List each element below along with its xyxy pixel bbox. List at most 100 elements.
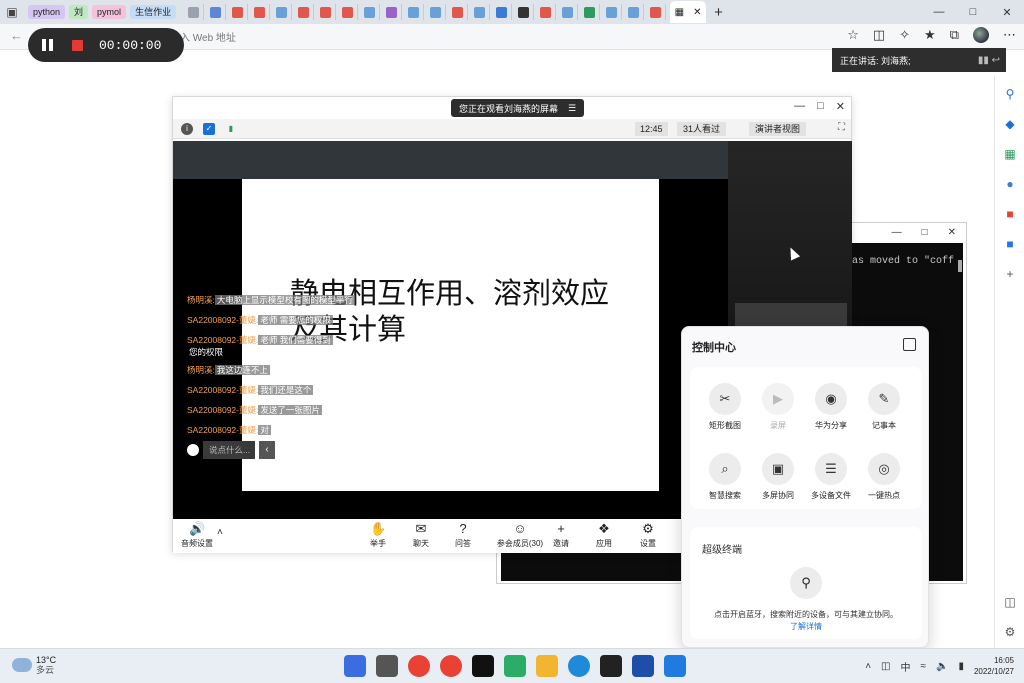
toolbar-button-settings[interactable]: ⚙ 设置 <box>626 521 670 549</box>
view-mode-select[interactable]: 演讲者视图 <box>749 122 807 136</box>
bookmark-2[interactable]: pymol <box>92 5 127 19</box>
device-search-icon[interactable]: ⚲ <box>790 567 822 599</box>
control-tile-screenshot[interactable]: ✂ 矩形截图 <box>700 383 750 431</box>
chevron-up-icon[interactable]: ˄ <box>217 527 223 538</box>
reader-icon[interactable]: ◫ <box>873 27 885 43</box>
control-tile-hotspot[interactable]: ◎ 一键热点 <box>859 453 909 501</box>
bookmark-icon[interactable]: ◆ <box>1002 116 1018 132</box>
file-explorer-icon[interactable] <box>536 655 558 677</box>
browser-tab[interactable] <box>382 4 403 20</box>
meeting-app-icon[interactable] <box>664 655 686 677</box>
audio-settings-button[interactable]: 🔊 音频设置 <box>175 521 219 549</box>
active-tab[interactable]: ▦ ✕ <box>670 1 707 23</box>
chevron-up-icon[interactable]: ˄ <box>865 661 871 672</box>
more-menu-icon[interactable]: ⋯ <box>1003 27 1016 43</box>
games-icon[interactable]: ● <box>1002 176 1018 192</box>
edge-icon[interactable] <box>568 655 590 677</box>
minimize-icon[interactable]: — <box>922 0 956 24</box>
shield-icon[interactable]: ✓ <box>203 123 215 135</box>
browser-tab[interactable] <box>206 4 227 20</box>
sidebar-toggle-icon[interactable]: ◫ <box>1002 594 1018 610</box>
task-view-icon[interactable] <box>376 655 398 677</box>
powershell-icon[interactable] <box>632 655 654 677</box>
bookmark-1[interactable]: 刘 <box>69 5 89 19</box>
browser-tab[interactable] <box>404 4 425 20</box>
minimize-icon[interactable]: — <box>794 100 805 113</box>
favorites-icon[interactable]: ★ <box>924 27 936 43</box>
chat-input[interactable]: 说点什么... <box>203 441 255 459</box>
back-icon[interactable]: ← <box>10 28 23 43</box>
emoji-icon[interactable] <box>187 444 199 456</box>
settings-icon[interactable]: ⚙ <box>1002 624 1018 640</box>
tab-close-icon[interactable]: ✕ <box>693 7 701 18</box>
browser-tab[interactable] <box>646 4 667 20</box>
edit-icon[interactable] <box>903 338 916 351</box>
close-icon[interactable]: ✕ <box>836 100 845 113</box>
ime-indicator[interactable]: 中 <box>900 659 910 674</box>
minimize-icon[interactable]: — <box>892 227 902 238</box>
office-icon[interactable]: ■ <box>1002 206 1018 222</box>
browser-tab[interactable] <box>184 4 205 20</box>
browser-tab[interactable] <box>250 4 271 20</box>
new-tab-button[interactable]: + <box>714 4 723 21</box>
collections-icon[interactable]: ⧉ <box>950 27 959 43</box>
clock[interactable]: 16:05 2022/10/27 <box>974 655 1014 677</box>
add-icon[interactable]: + <box>1002 266 1018 282</box>
browser-tab[interactable] <box>272 4 293 20</box>
extensions-icon[interactable]: ✧ <box>899 27 910 43</box>
browser-tab[interactable] <box>426 4 447 20</box>
control-tile-files[interactable]: ☰ 多设备文件 <box>806 453 856 501</box>
wifi-icon[interactable]: ≈ <box>920 661 926 672</box>
browser-tab[interactable] <box>624 4 645 20</box>
collapse-chat-icon[interactable]: ‹ <box>259 441 275 459</box>
terminal-scrollbar[interactable] <box>958 260 962 272</box>
tray-app-icon[interactable]: ◫ <box>881 661 890 672</box>
bookmark-0[interactable]: python <box>28 5 66 19</box>
browser-tab[interactable] <box>492 4 513 20</box>
browser-tab[interactable] <box>448 4 469 20</box>
toolbar-button-question[interactable]: ? 问答 <box>441 521 485 549</box>
stop-icon[interactable] <box>72 39 83 51</box>
maximize-icon[interactable]: □ <box>956 0 990 24</box>
battery-icon[interactable]: ▮ <box>958 661 964 672</box>
control-tile-search[interactable]: ⌕ 智慧搜索 <box>700 453 750 501</box>
control-tile-record[interactable]: ▶ 录屏 <box>753 383 803 431</box>
favorite-star-icon[interactable]: ☆ <box>847 27 859 43</box>
browser-tab[interactable] <box>470 4 491 20</box>
browser-tab[interactable] <box>338 4 359 20</box>
toolbar-button-apps[interactable]: ❖ 应用 <box>582 521 626 549</box>
browser-tab[interactable] <box>294 4 315 20</box>
toolbar-button-chat[interactable]: ✉ 聊天 <box>399 521 443 549</box>
browser-tab[interactable] <box>580 4 601 20</box>
maximize-icon[interactable]: □ <box>922 227 928 238</box>
menu-icon[interactable]: ☰ <box>568 103 576 114</box>
toolbar-button-hand[interactable]: ✋ 举手 <box>356 521 400 549</box>
terminal-icon[interactable] <box>600 655 622 677</box>
toolbar-button-invite[interactable]: + 邀请 <box>539 521 583 549</box>
wechat-icon[interactable] <box>504 655 526 677</box>
info-icon[interactable]: i <box>181 123 193 135</box>
fullscreen-icon[interactable]: ⛶ <box>838 122 845 133</box>
viewers-count[interactable]: 31人看过 <box>677 122 727 136</box>
volume-icon[interactable]: 🔈 <box>936 661 948 672</box>
browser-tab[interactable] <box>228 4 249 20</box>
browser-tab[interactable] <box>536 4 557 20</box>
qq-icon[interactable] <box>472 655 494 677</box>
shared-screen[interactable]: 静电相互作用、溶剂效应及其计算 <box>173 141 728 519</box>
learn-more-link[interactable]: 了解详情 <box>690 621 922 632</box>
maximize-icon[interactable]: □ <box>817 100 824 113</box>
browser-tab[interactable] <box>360 4 381 20</box>
viewing-banner[interactable]: 您正在观看刘海燕的屏幕 ☰ <box>451 99 585 117</box>
chrome-alt-icon[interactable] <box>440 655 462 677</box>
tab-actions-icon[interactable]: ▣ <box>0 0 24 24</box>
control-tile-share[interactable]: ◉ 华为分享 <box>806 383 856 431</box>
browser-tab[interactable] <box>558 4 579 20</box>
search-icon[interactable]: ⚲ <box>1002 86 1018 102</box>
close-icon[interactable]: ✕ <box>990 0 1024 24</box>
start-icon[interactable] <box>344 655 366 677</box>
pause-icon[interactable] <box>42 39 54 51</box>
control-tile-multiscreen[interactable]: ▣ 多屏协同 <box>753 453 803 501</box>
weather-widget[interactable]: 13°C 多云 <box>12 655 56 675</box>
chrome-icon[interactable] <box>408 655 430 677</box>
close-icon[interactable]: ✕ <box>948 227 956 238</box>
